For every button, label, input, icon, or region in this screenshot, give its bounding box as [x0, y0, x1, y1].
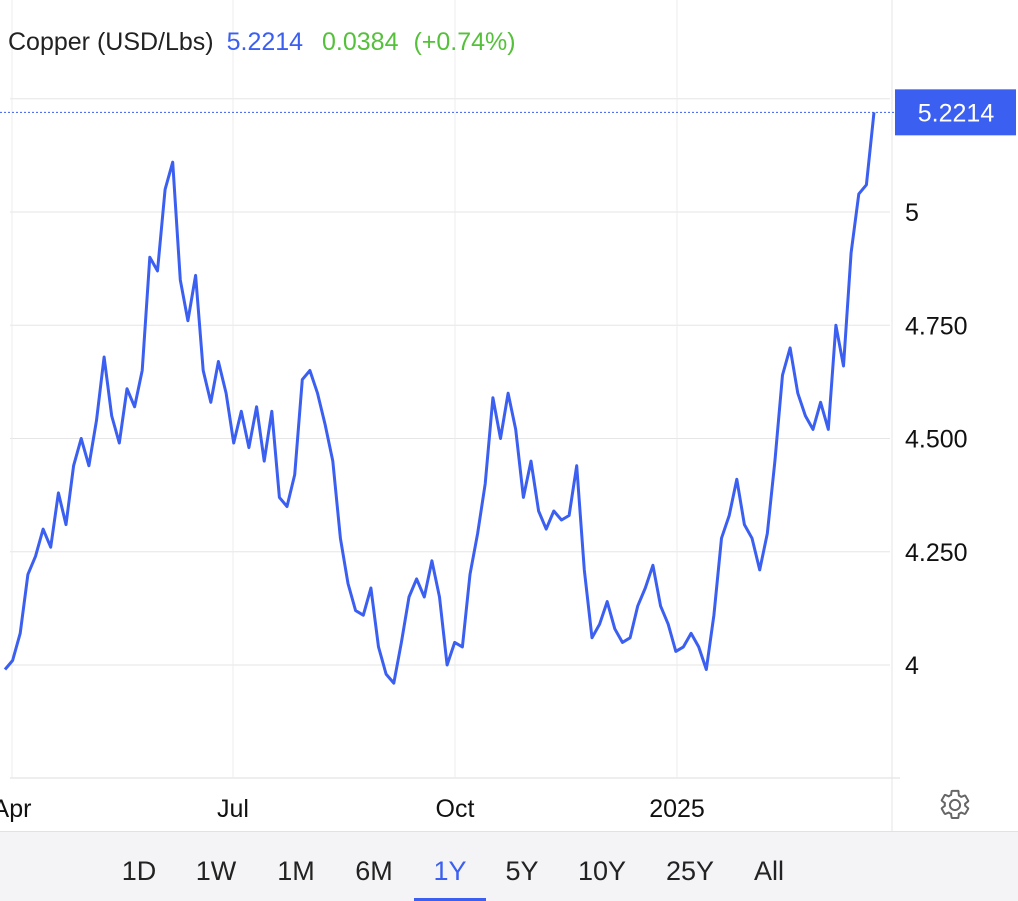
- chart-header: Copper (USD/Lbs) 5.2214 0.0384 (+0.74%): [8, 28, 516, 57]
- gear-icon[interactable]: [938, 788, 972, 822]
- current-price: 5.2214: [226, 28, 304, 56]
- range-button-10y[interactable]: 10Y: [562, 856, 642, 887]
- price-change: 0.0384: [322, 28, 399, 56]
- range-button-5y[interactable]: 5Y: [482, 856, 562, 887]
- x-tick-label: Apr: [0, 795, 31, 823]
- chart-gridlines: [10, 0, 900, 831]
- last-price-badge: 5.2214: [895, 89, 1016, 136]
- copper-price-line: [3, 112, 876, 685]
- y-axis: 44.2504.5004.75055.250: [905, 86, 968, 680]
- price-change-percent: (+0.74%): [413, 28, 516, 56]
- x-axis: Apr Jul Oct 2025: [0, 795, 705, 823]
- range-button-1y[interactable]: 1Y: [410, 856, 490, 887]
- instrument-name: Copper (USD/Lbs): [8, 28, 214, 56]
- range-button-25y[interactable]: 25Y: [650, 856, 730, 887]
- range-button-6m[interactable]: 6M: [334, 856, 414, 887]
- x-tick-label: 2025: [649, 795, 705, 823]
- y-tick-label: 4.250: [905, 539, 968, 567]
- range-selector: 1D 1W 1M 6M 1Y 5Y 10Y 25Y All: [0, 831, 1018, 901]
- y-tick-label: 4.500: [905, 426, 968, 454]
- x-tick-label: Jul: [217, 795, 249, 823]
- y-tick-label: 4.750: [905, 312, 968, 340]
- x-tick-label: Oct: [436, 795, 475, 823]
- range-button-1w[interactable]: 1W: [176, 856, 256, 887]
- range-button-1m[interactable]: 1M: [256, 856, 336, 887]
- range-button-all[interactable]: All: [729, 856, 809, 887]
- chart-series: [3, 112, 876, 685]
- y-tick-label: 5: [905, 199, 919, 227]
- last-price-badge-text: 5.2214: [918, 99, 995, 127]
- y-tick-label: 4: [905, 652, 919, 680]
- range-button-1d[interactable]: 1D: [99, 856, 179, 887]
- price-chart[interactable]: 44.2504.5004.75055.250 AprJulOct2025 5.2…: [0, 0, 1018, 831]
